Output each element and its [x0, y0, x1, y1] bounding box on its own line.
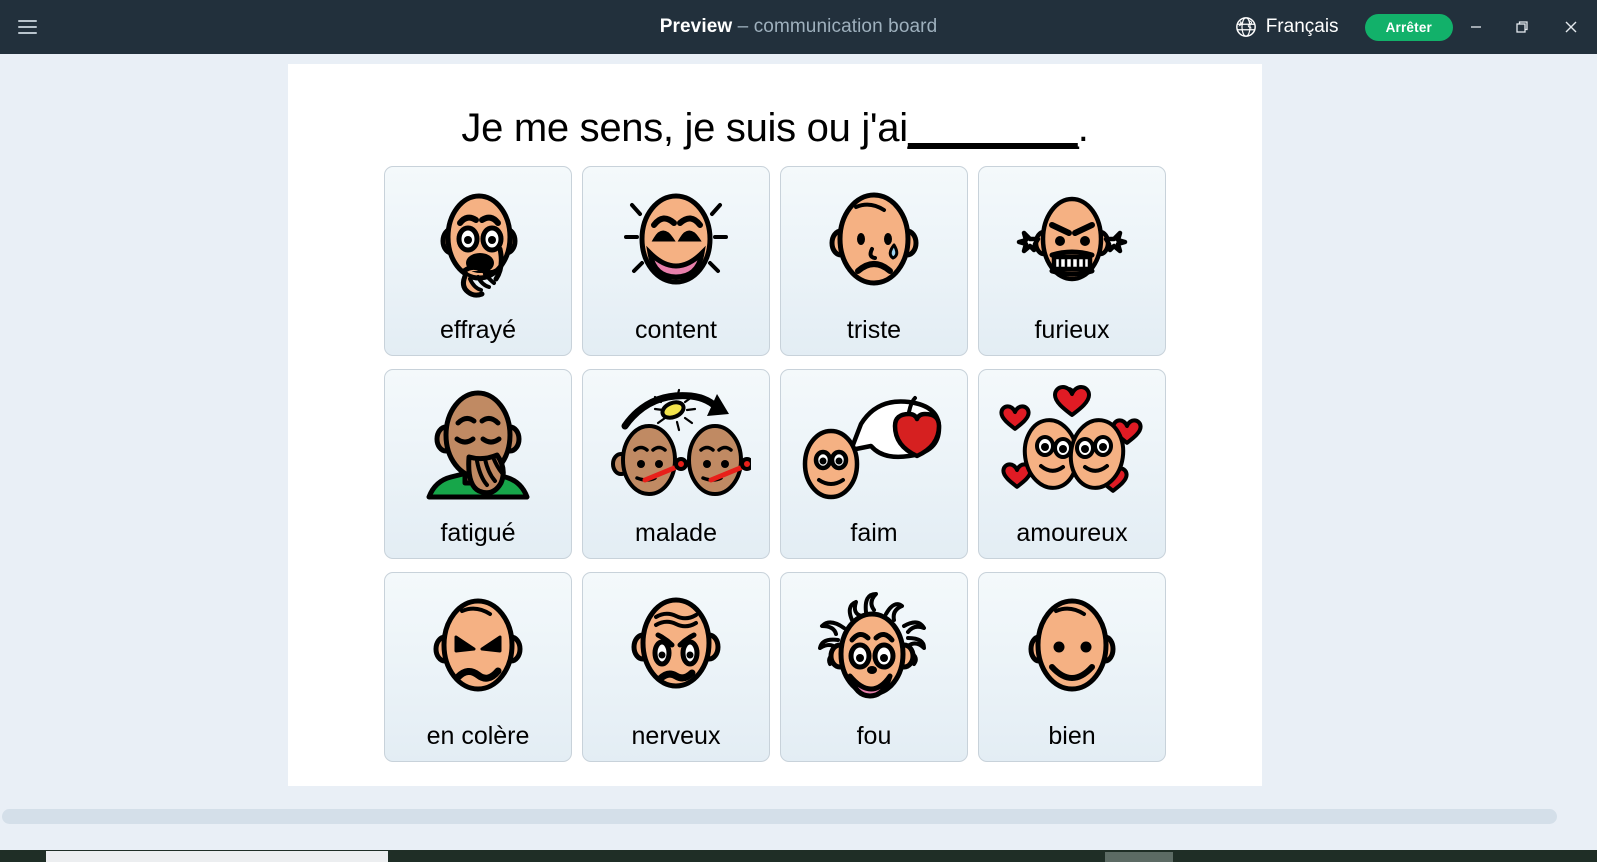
globe-icon	[1235, 17, 1256, 37]
cell-picture	[385, 370, 571, 521]
cell-label: amoureux	[1016, 519, 1128, 547]
hamburger-menu-icon[interactable]	[0, 0, 54, 54]
cell-label: en colère	[426, 722, 530, 750]
title-bar: Preview – communication board Français A…	[0, 0, 1597, 54]
horizontal-scrollbar-thumb[interactable]	[2, 809, 1557, 824]
taskbar-tray-item[interactable]	[1105, 852, 1173, 862]
cell-label: furieux	[1034, 316, 1110, 344]
cell-label: bien	[1048, 722, 1096, 750]
happy-face-icon	[624, 193, 728, 284]
sad-face-icon	[829, 192, 919, 285]
cell-picture	[781, 370, 967, 521]
cell-picture	[781, 573, 967, 724]
hamburger-line	[17, 20, 37, 22]
board-grid: effrayé content triste furieux fatigué m…	[288, 166, 1262, 762]
window-title-sub: – communication board	[732, 16, 938, 37]
cell-label: nerveux	[631, 722, 721, 750]
cell-label: content	[634, 316, 717, 344]
crazy-face-icon	[818, 591, 926, 698]
cell-picture	[781, 167, 967, 318]
board-title: Je me sens, je suis ou j'ai________.	[288, 64, 1262, 151]
cell-picture	[583, 370, 769, 521]
cell-picture	[385, 573, 571, 724]
cell-picture	[583, 167, 769, 318]
taskbar	[0, 850, 1597, 862]
maximize-button[interactable]	[1499, 0, 1545, 54]
sick-contagion-icon	[611, 388, 751, 496]
angry-face-icon	[433, 598, 523, 691]
close-icon	[1565, 21, 1577, 33]
board-title-text: Je me sens, je suis ou j'ai	[461, 106, 908, 150]
nervous-face-icon	[631, 597, 721, 688]
board-cell-amoureux[interactable]: amoureux	[978, 369, 1166, 559]
furious-face-icon	[1016, 196, 1128, 281]
fine-smiling-face-icon	[1028, 598, 1116, 691]
board-cell-nerveux[interactable]: nerveux	[582, 572, 770, 762]
cell-picture	[979, 370, 1165, 521]
scared-face-icon	[440, 193, 518, 298]
hamburger-line	[17, 26, 37, 28]
titlebar-controls: Français Arrêter	[1235, 0, 1597, 54]
page-area: Je me sens, je suis ou j'ai________. eff…	[0, 54, 1597, 806]
board-cell-en-colere[interactable]: en colère	[384, 572, 572, 762]
cell-label: effrayé	[440, 316, 516, 344]
board-cell-triste[interactable]: triste	[780, 166, 968, 356]
restore-icon	[1516, 21, 1528, 33]
hungry-apple-thought-icon	[802, 395, 942, 499]
board-cell-furieux[interactable]: furieux	[978, 166, 1166, 356]
board-cell-fou[interactable]: fou	[780, 572, 968, 762]
hamburger-line	[17, 32, 37, 34]
taskbar-window-item[interactable]	[46, 851, 388, 862]
cell-picture	[979, 573, 1165, 724]
language-selector[interactable]: Français	[1235, 16, 1339, 38]
cell-label: triste	[846, 316, 902, 344]
tired-yawning-face-icon	[426, 390, 530, 499]
cell-label: faim	[850, 519, 898, 547]
board-cell-malade[interactable]: malade	[582, 369, 770, 559]
below-scroll-filler	[0, 830, 1597, 850]
close-button[interactable]	[1545, 0, 1597, 54]
board-cell-bien[interactable]: bien	[978, 572, 1166, 762]
in-love-hearts-icon	[999, 384, 1143, 493]
board-cell-fatigue[interactable]: fatigué	[384, 369, 572, 559]
cell-label: malade	[635, 519, 717, 547]
horizontal-scrollbar-track[interactable]	[0, 806, 1597, 830]
cell-label: fou	[856, 722, 892, 750]
board-cell-content[interactable]: content	[582, 166, 770, 356]
minimize-button[interactable]	[1453, 0, 1499, 54]
board-cell-faim[interactable]: faim	[780, 369, 968, 559]
board-title-blank: ________	[907, 106, 1079, 150]
window-title-main: Preview	[659, 16, 733, 37]
communication-board-sheet: Je me sens, je suis ou j'ai________. eff…	[288, 64, 1262, 786]
board-title-period: .	[1077, 106, 1089, 150]
language-label: Français	[1265, 16, 1339, 37]
cell-label: fatigué	[440, 519, 516, 547]
stop-button[interactable]: Arrêter	[1364, 13, 1453, 41]
board-cell-effraye[interactable]: effrayé	[384, 166, 572, 356]
cell-picture	[979, 167, 1165, 318]
cell-picture	[583, 573, 769, 724]
cell-picture	[385, 167, 571, 318]
minimize-icon	[1471, 26, 1481, 28]
